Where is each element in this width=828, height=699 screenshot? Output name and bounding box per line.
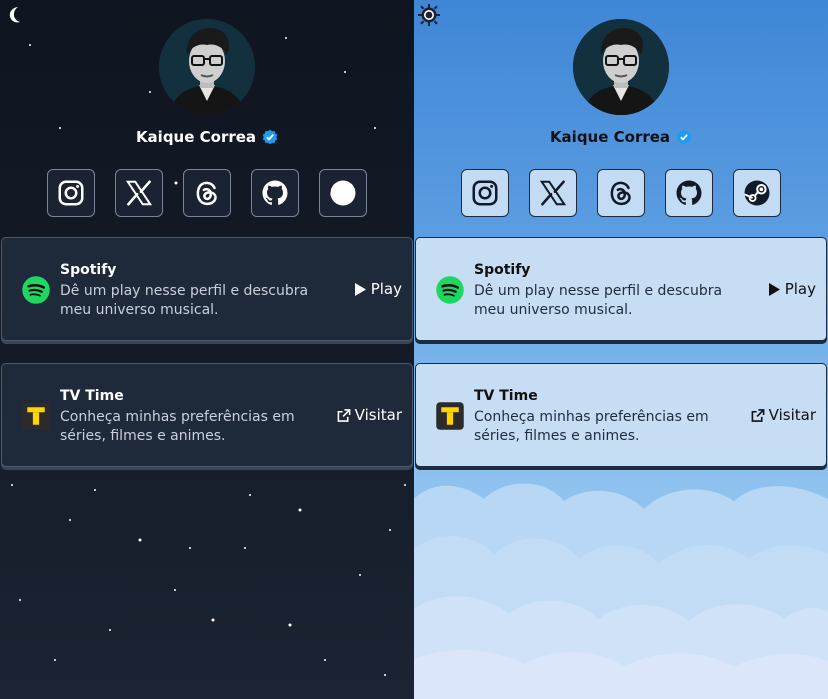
tvtime-card[interactable]: TV Time Conheça minhas preferências em s… [415,363,827,467]
spotify-card[interactable]: Spotify Dê um play nesse perfil e descub… [1,237,413,341]
play-button[interactable]: Play [353,280,402,298]
steam-icon [328,178,358,208]
verified-badge-icon [262,129,278,145]
threads-icon [192,178,222,208]
instagram-link[interactable] [47,169,95,217]
play-button[interactable]: Play [767,280,816,298]
theme-toggle-button[interactable] [418,4,440,26]
github-icon [260,178,290,208]
card-title: Spotify [474,262,531,278]
play-label: Play [784,280,816,298]
clouds-background [414,483,828,699]
github-icon [674,178,704,208]
x-link[interactable] [115,169,163,217]
tvtime-icon [435,401,465,431]
visit-button[interactable]: Visitar [337,406,402,424]
verified-badge-icon [676,129,692,145]
threads-icon [606,178,636,208]
x-icon [538,178,568,208]
external-link-icon [751,408,765,423]
profile-name: Kaique Correa [135,128,257,146]
card-title: Spotify [60,262,117,278]
instagram-icon [56,178,86,208]
profile-avatar [573,19,669,115]
external-link-icon [337,408,351,423]
dark-theme-pane: Kaique Correa Spotify Dê um play nesse p… [0,0,414,699]
light-theme-pane: Kaique Correa Spotify Dê um play nesse p… [414,0,828,699]
card-description: Conheça minhas preferências em séries, f… [474,409,709,444]
profile-avatar [159,19,255,115]
play-icon [353,282,367,297]
visit-label: Visitar [768,406,816,424]
card-description: Dê um play nesse perfil e descubra meu u… [474,283,723,318]
github-link[interactable] [251,169,299,217]
card-description: Conheça minhas preferências em séries, f… [60,409,295,444]
spotify-card[interactable]: Spotify Dê um play nesse perfil e descub… [415,237,827,341]
spotify-icon [435,275,465,305]
moon-icon [9,7,20,23]
sun-icon [418,4,440,26]
x-link[interactable] [529,169,577,217]
theme-toggle-button[interactable] [4,4,26,26]
card-description: Dê um play nesse perfil e descubra meu u… [60,283,309,318]
play-icon [767,282,781,297]
steam-link[interactable] [733,169,781,217]
spotify-icon [21,275,51,305]
steam-icon [742,178,772,208]
github-link[interactable] [665,169,713,217]
threads-link[interactable] [597,169,645,217]
play-label: Play [370,280,402,298]
visit-button[interactable]: Visitar [751,406,816,424]
profile-name-row: Kaique Correa [0,128,414,146]
visit-label: Visitar [354,406,402,424]
social-links [47,169,367,217]
tvtime-icon [21,401,51,431]
tvtime-card[interactable]: TV Time Conheça minhas preferências em s… [1,363,413,467]
threads-link[interactable] [183,169,231,217]
profile-name-row: Kaique Correa [414,128,828,146]
card-title: TV Time [60,388,124,404]
x-icon [124,178,154,208]
steam-link[interactable] [319,169,367,217]
instagram-icon [470,178,500,208]
social-links [461,169,781,217]
instagram-link[interactable] [461,169,509,217]
card-title: TV Time [474,388,538,404]
profile-name: Kaique Correa [549,128,671,146]
